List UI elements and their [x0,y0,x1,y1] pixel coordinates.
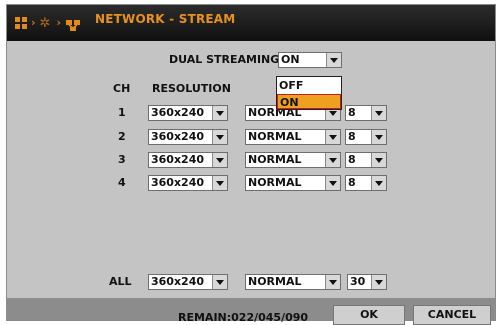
fps-value: 8 [348,106,356,119]
all-quality-select[interactable]: NORMAL [245,274,341,290]
chevron-down-icon[interactable] [212,176,227,190]
resolution-select[interactable]: 360x240 [148,105,228,121]
dual-streaming-dropdown: OFF ON [276,76,342,110]
fps-value: 8 [348,130,356,143]
breadcrumb: › ✲ › [15,15,81,31]
fps-select[interactable]: 8 [345,152,387,168]
dual-streaming-select[interactable]: ON [278,52,342,68]
resolution-select[interactable]: 360x240 [148,152,228,168]
breadcrumb-separator: › [56,16,62,29]
fps-value: 8 [348,153,356,166]
cancel-button[interactable]: CANCEL [413,305,491,325]
chevron-down-icon[interactable] [371,153,386,167]
chevron-down-icon[interactable] [371,275,386,289]
chevron-down-icon[interactable] [212,275,227,289]
quality-value: NORMAL [248,153,302,166]
chevron-down-icon[interactable] [325,130,340,144]
resolution-column-header: RESOLUTION [152,82,231,95]
chevron-down-icon[interactable] [325,275,340,289]
resolution-value: 360x240 [151,176,205,189]
quality-value: NORMAL [248,176,302,189]
dropdown-option-on[interactable]: ON [277,94,341,109]
quality-select[interactable]: NORMAL [245,152,341,168]
all-fps-select[interactable]: 30 [347,274,387,290]
resolution-select[interactable]: 360x240 [148,175,228,191]
channel-number: 2 [118,130,126,143]
resolution-value: 360x240 [151,106,205,119]
ok-button[interactable]: OK [333,305,405,325]
resolution-select[interactable]: 360x240 [148,129,228,145]
channel-number: 4 [118,176,126,189]
menu-grid-icon[interactable] [15,17,27,29]
quality-select[interactable]: NORMAL [245,129,341,145]
resolution-value: 360x240 [151,130,205,143]
fps-select[interactable]: 8 [345,129,387,145]
quality-value: NORMAL [248,275,302,288]
screen: › ✲ › NETWORK - STREAM DUAL STREAMING ON… [0,0,502,325]
network-icon [65,17,81,31]
fps-value: 30 [350,275,366,288]
resolution-value: 360x240 [151,275,205,288]
breadcrumb-separator: › [31,16,36,29]
gear-icon[interactable]: ✲ [40,17,53,30]
chevron-down-icon[interactable] [371,130,386,144]
resolution-value: 360x240 [151,153,205,166]
chevron-down-icon[interactable] [325,153,340,167]
channel-number: 1 [118,106,126,119]
chevron-down-icon[interactable] [371,176,386,190]
page-title: NETWORK - STREAM [95,12,236,26]
chevron-down-icon[interactable] [325,176,340,190]
dual-streaming-label: DUAL STREAMING [169,53,280,66]
remain-status: REMAIN:022/045/090 [178,311,309,324]
fps-select[interactable]: 8 [345,175,387,191]
all-resolution-select[interactable]: 360x240 [148,274,228,290]
fps-select[interactable]: 8 [345,105,387,121]
chevron-down-icon[interactable] [212,130,227,144]
ch-column-header: CH [113,82,131,95]
chevron-down-icon[interactable] [212,106,227,120]
fps-value: 8 [348,176,356,189]
dual-streaming-value: ON [281,53,300,66]
chevron-down-icon[interactable] [212,153,227,167]
all-label: ALL [109,275,132,288]
chevron-down-icon[interactable] [326,53,341,67]
quality-value: NORMAL [248,130,302,143]
dropdown-option-off[interactable]: OFF [277,78,341,93]
chevron-down-icon[interactable] [371,106,386,120]
channel-number: 3 [118,153,126,166]
quality-select[interactable]: NORMAL [245,175,341,191]
